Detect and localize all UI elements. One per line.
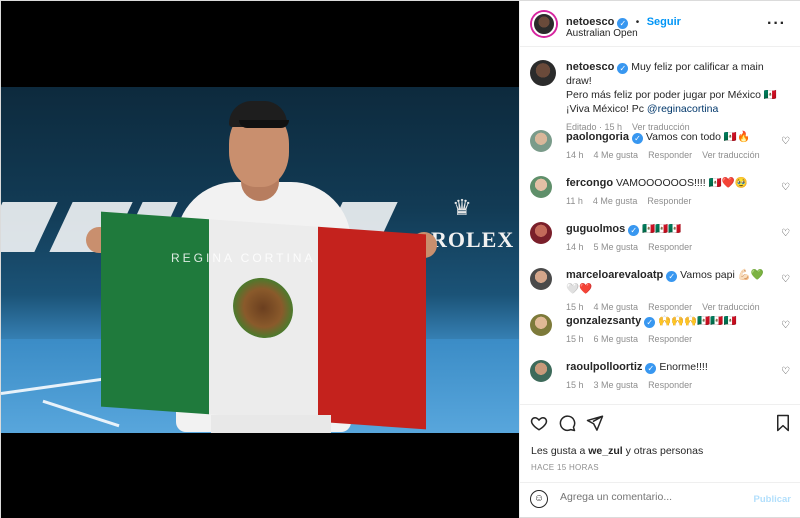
post-timestamp: HACE 15 HORAS (531, 463, 599, 472)
more-icon[interactable]: ··· (767, 15, 786, 33)
separator: • (635, 17, 640, 28)
mexico-flag (101, 211, 426, 430)
comment-input[interactable] (560, 491, 750, 503)
comment-body: fercongo VAMOOOOOOS!!!! 🇲🇽❤️🥹 11 h 4 Me g… (566, 176, 776, 208)
likes-suffix[interactable]: y otras personas (623, 445, 704, 457)
bookmark-icon[interactable] (775, 414, 791, 437)
post-header: netoesco ✓ • Seguir Australian Open ··· (520, 1, 800, 47)
author-username[interactable]: netoesco (566, 16, 614, 28)
reply-button[interactable]: Responder (648, 380, 692, 390)
reply-button[interactable]: Responder (648, 302, 692, 312)
commenter-avatar[interactable] (530, 268, 552, 290)
photo-watermark: REGINA CORTINA (171, 251, 316, 265)
heart-icon[interactable]: ♡ (781, 274, 790, 285)
translate-button[interactable]: Ver traducción (702, 150, 760, 160)
comment-body: guguolmos ✓ 🇲🇽🇲🇽🇲🇽 14 h 5 Me gusta Responde… (566, 222, 776, 254)
comment-time: 14 h (566, 150, 584, 160)
comment-username[interactable]: guguolmos (566, 223, 625, 235)
caption-line-2: Pero más feliz por poder jugar por Méxic… (566, 89, 777, 101)
verified-icon: ✓ (644, 317, 656, 328)
comment-likes[interactable]: 4 Me gusta (594, 302, 639, 312)
heart-icon[interactable]: ♡ (781, 320, 790, 331)
post-actions: Les gusta a we_zul y otras personas HACE… (520, 404, 800, 481)
caption-body: netoesco ✓ Muy feliz por calificar a main… (566, 60, 786, 134)
emoji-icon[interactable]: ☺ (530, 490, 548, 508)
heart-icon[interactable]: ♡ (781, 366, 790, 377)
comment-body: raoulpolloortiz ✓ Enorme!!!! 15 h 3 Me gus… (566, 360, 776, 392)
comment-time: 15 h (566, 380, 584, 390)
publish-button[interactable]: Publicar (754, 494, 792, 505)
likes-prefix: Les gusta a (531, 445, 589, 457)
comment-body: gonzalezsanty ✓ 🙌🙌🙌🇲🇽🇲🇽🇲🇽 15 h 6 Me gusta R… (566, 314, 776, 346)
heart-icon[interactable] (530, 414, 548, 437)
comment-text: VAMOOOOOOS!!!! 🇲🇽❤️🥹 (615, 177, 748, 189)
crown-logo: ♛ (452, 195, 472, 220)
commenter-avatar[interactable] (530, 314, 552, 336)
reply-button[interactable]: Responder (648, 150, 692, 160)
cap-brim (239, 120, 289, 128)
comment-username[interactable]: raoulpolloortiz (566, 361, 642, 373)
comment-text: 🇲🇽🇲🇽🇲🇽 (642, 223, 682, 235)
translate-button[interactable]: Ver traducción (702, 302, 760, 312)
author-avatar[interactable] (532, 12, 556, 36)
player-shorts (211, 415, 331, 433)
comment-username[interactable]: fercongo (566, 177, 613, 189)
post-location[interactable]: Australian Open (566, 28, 638, 39)
comments-list[interactable]: netoesco ✓ Muy feliz por calificar a main… (520, 48, 800, 404)
reply-button[interactable]: Responder (648, 242, 692, 252)
comment-username[interactable]: marceloarevaloatp (566, 269, 663, 281)
likes-user[interactable]: we_zul (588, 445, 622, 457)
flag-red-stripe (317, 226, 426, 430)
verified-icon: ✓ (628, 225, 640, 236)
share-icon[interactable] (586, 414, 604, 437)
eagle-emblem-icon (233, 275, 294, 341)
verified-icon: ✓ (666, 271, 678, 282)
heart-icon[interactable]: ♡ (781, 136, 790, 147)
commenter-avatar[interactable] (530, 130, 552, 152)
reply-button[interactable]: Responder (648, 334, 692, 344)
heart-icon[interactable]: ♡ (781, 182, 790, 193)
comment-likes[interactable]: 6 Me gusta (594, 334, 639, 344)
reply-button[interactable]: Responder (647, 196, 691, 206)
comment-likes[interactable]: 4 Me gusta (593, 196, 638, 206)
comment-likes[interactable]: 5 Me gusta (594, 242, 639, 252)
caption-username[interactable]: netoesco (566, 61, 614, 73)
comment-body: marceloarevaloatp ✓ Vamos papi 💪🏻💚🤍❤️ 15 … (566, 268, 776, 314)
comment-time: 15 h (566, 302, 584, 312)
post-side-panel: netoesco ✓ • Seguir Australian Open ··· n… (519, 1, 800, 517)
flag-white-stripe (209, 219, 318, 422)
flag-green-stripe (101, 211, 210, 415)
post-photo: ♛ ROLEX REGINA CORTINA (1, 87, 519, 433)
likes-summary[interactable]: Les gusta a we_zul y otras personas (531, 445, 703, 457)
verified-icon: ✓ (645, 363, 657, 374)
comment-time: 14 h (566, 242, 584, 252)
comment-text: 🙌🙌🙌🇲🇽🇲🇽🇲🇽 (658, 315, 737, 327)
commenter-avatar[interactable] (530, 360, 552, 382)
follow-button[interactable]: Seguir (647, 16, 681, 28)
caption-line-3: ¡Viva México! Pc (566, 103, 647, 115)
comment-likes[interactable]: 4 Me gusta (594, 150, 639, 160)
comment-username[interactable]: paolongoria (566, 131, 629, 143)
comment-likes[interactable]: 3 Me gusta (594, 380, 639, 390)
comment-composer: ☺ Publicar (520, 482, 800, 517)
verified-icon: ✓ (617, 63, 629, 74)
sponsor-logo-text: ROLEX (431, 227, 515, 252)
comment-text: Enorme!!!! (659, 361, 708, 373)
verified-icon: ✓ (631, 133, 643, 144)
comment-text: Vamos con todo 🇲🇽🔥 (645, 131, 751, 143)
comment-username[interactable]: gonzalezsanty (566, 315, 641, 327)
comment-time: 15 h (566, 334, 584, 344)
comment-body: paolongoria ✓ Vamos con todo 🇲🇽🔥 14 h 4 Me… (566, 130, 776, 162)
commenter-avatar[interactable] (530, 222, 552, 244)
commenter-avatar[interactable] (530, 176, 552, 198)
instagram-post-modal: ♛ ROLEX REGINA CORTINA netoesco ✓ • Segu… (0, 0, 800, 518)
heart-icon[interactable]: ♡ (781, 228, 790, 239)
mention-link[interactable]: @reginacortina (647, 103, 718, 115)
post-media[interactable]: ♛ ROLEX REGINA CORTINA (1, 1, 519, 518)
author-avatar[interactable] (530, 60, 556, 86)
comment-icon[interactable] (558, 414, 576, 437)
comment-time: 11 h (566, 196, 583, 206)
